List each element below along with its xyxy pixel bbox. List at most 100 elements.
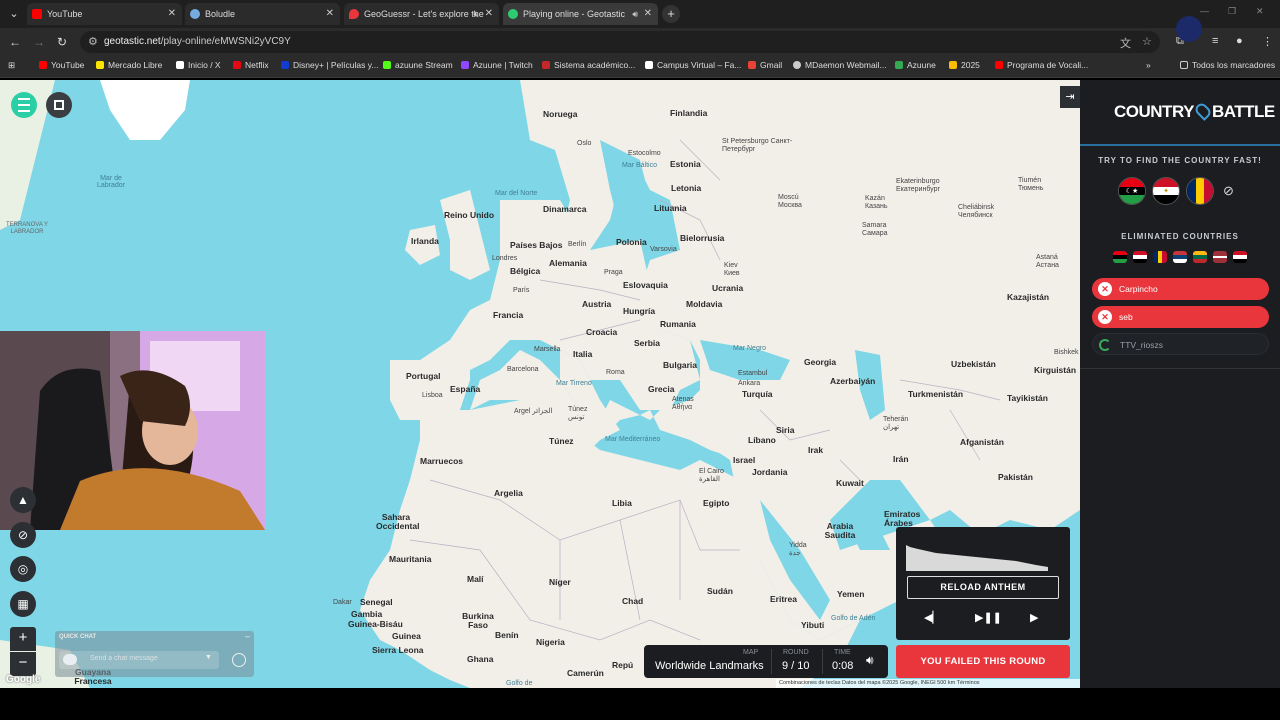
menu-icon-bar	[18, 104, 30, 106]
bookmark-label: Disney+ | Películas y...	[293, 60, 379, 70]
previous-icon[interactable]: ◀▏	[924, 611, 941, 624]
media-icon[interactable]: ≡	[1212, 35, 1218, 47]
maximize-icon[interactable]: ❐	[1228, 6, 1236, 17]
label-paris: París	[513, 287, 530, 294]
bookmark[interactable]: Azuune | Twitch	[461, 60, 533, 70]
bookmark[interactable]: azuune Stream	[383, 60, 453, 70]
layers-button[interactable]: ▦	[10, 591, 36, 617]
close-window-icon[interactable]: ✕	[1256, 6, 1264, 17]
apps-icon[interactable]: ⊞	[4, 60, 15, 71]
label-polonia: Polonia	[616, 237, 647, 247]
bookmark-label: Programa de Vocali...	[1007, 60, 1089, 70]
label-lituania: Lituania	[654, 203, 687, 213]
bookmark[interactable]: MDaemon Webmail...	[793, 60, 887, 70]
zoom-out-button[interactable]: −	[10, 652, 36, 676]
flag-egypt[interactable]: ✦	[1152, 177, 1180, 205]
tab-boludle[interactable]: Boludle ✕	[185, 3, 340, 25]
tab-youtube[interactable]: YouTube ✕	[27, 3, 182, 25]
profile-icon[interactable]: ●	[1236, 35, 1243, 47]
next-icon[interactable]: ▶	[1030, 611, 1038, 624]
back-icon[interactable]: ←	[9, 35, 21, 49]
label-emiratos: Emiratos Árabes	[884, 509, 921, 528]
url-path: /play-online/eMWSNi2yVC9Y	[160, 36, 291, 47]
tab-geoguessr[interactable]: GeoGuessr - Let's explore the 🔇︎ ✕	[344, 3, 499, 25]
map-attribution[interactable]: Combinaciones de teclas Datos del mapa ©…	[776, 679, 1080, 688]
bookmark-label: Campus Virtual – Fa...	[657, 60, 742, 70]
menu-icon[interactable]: ⋮	[1262, 35, 1273, 48]
zoom-in-button[interactable]: +	[10, 627, 36, 651]
minimize-icon[interactable]: —	[1200, 6, 1209, 16]
locate-button[interactable]: ◎	[10, 556, 36, 582]
translate-icon[interactable]: 文	[1120, 35, 1131, 51]
new-tab-button[interactable]: +	[662, 5, 680, 23]
chat-input[interactable]: Send a chat message ▼	[59, 651, 219, 669]
label-afganistan: Afganistán	[960, 437, 1004, 447]
collapse-panel-button[interactable]: ⇥	[1060, 86, 1080, 108]
terrain-button[interactable]: ▲	[10, 487, 36, 513]
label-marsella: Marsella	[534, 346, 561, 353]
bookmark[interactable]: Inicio / X	[176, 60, 221, 70]
label-kazan: Kazán Казань	[865, 195, 888, 210]
label-tayikistan: Tayikistán	[1007, 393, 1048, 403]
muted-icon[interactable]: 🔇︎	[473, 3, 479, 25]
bookmark[interactable]: Campus Virtual – Fa...	[645, 60, 741, 70]
bookmark-label: Gmail	[760, 60, 783, 70]
emoji-icon[interactable]	[232, 653, 246, 667]
all-bookmarks[interactable]: Todos los marcadores	[1180, 60, 1275, 70]
tab-search-icon[interactable]: ⌄	[4, 4, 24, 24]
bookmark[interactable]: YouTube	[39, 60, 84, 70]
bookmark[interactable]: 2025	[949, 60, 980, 70]
label-yidda: Yidda جدة	[789, 542, 807, 557]
tab-title: GeoGuessr - Let's explore the	[364, 9, 484, 19]
close-icon[interactable]: ✕	[485, 3, 493, 25]
close-icon[interactable]: ✕	[326, 3, 334, 25]
label-sudan: Sudán	[707, 586, 733, 596]
world-map[interactable]: Noruega Finlandia Oslo Estocolmo St Pete…	[0, 80, 1080, 688]
reload-anthem-button[interactable]: RELOAD ANTHEM	[907, 576, 1059, 599]
menu-button[interactable]	[11, 92, 37, 118]
flag-yemen-small	[1233, 251, 1247, 263]
reload-icon[interactable]: ↻	[57, 35, 67, 49]
label-niger: Níger	[549, 577, 571, 587]
speaker-icon[interactable]: 🔊︎	[632, 3, 638, 25]
label-ghana: Ghana	[467, 654, 494, 664]
bookmark[interactable]: Netflix	[233, 60, 269, 70]
play-pause-icon[interactable]: ▶❚❚	[975, 611, 1002, 624]
forward-icon[interactable]: →	[33, 35, 45, 49]
country-battle-panel: ⇥ COUNTRY BATTLE TRY TO FIND THE COUNTRY …	[1060, 80, 1280, 688]
folder-icon	[1180, 61, 1188, 69]
bookmark[interactable]: Programa de Vocali...	[995, 60, 1088, 70]
label-siria: Siria	[776, 425, 795, 435]
bookmark[interactable]: Disney+ | Películas y...	[281, 60, 378, 70]
bookmark-star-icon[interactable]: ☆	[1142, 35, 1152, 48]
bookmark[interactable]: Sistema académico...	[542, 60, 635, 70]
bookmark[interactable]: Gmail	[748, 60, 782, 70]
hide-labels-button[interactable]: ⊘	[10, 522, 36, 548]
flag-libya[interactable]: ☾★	[1118, 177, 1146, 205]
more-bookmarks-icon[interactable]: »	[1142, 60, 1151, 70]
logo-word-right: BATTLE	[1211, 102, 1275, 121]
bookmark[interactable]: Mercado Libre	[96, 60, 162, 70]
fullscreen-button[interactable]	[46, 92, 72, 118]
address-bar[interactable]: ⚙ geotastic.net/play-online/eMWSNi2yVC9Y…	[80, 31, 1160, 53]
label-ekaterinburgo: Ekaterinburgo Екатеринбург	[896, 178, 941, 193]
speaker-icon[interactable]: 🔊︎	[866, 653, 874, 668]
browser-tab-strip: ⌄ YouTube ✕ Boludle ✕ GeoGuessr - Let's …	[0, 0, 1280, 28]
flag-chad[interactable]	[1186, 177, 1214, 205]
label-italia: Italia	[573, 349, 593, 359]
drive-icon	[949, 61, 957, 69]
bookmark[interactable]: Azuune	[895, 60, 936, 70]
bookmark-label: MDaemon Webmail...	[805, 60, 887, 70]
site-info-icon[interactable]: ⚙	[88, 35, 98, 48]
close-icon[interactable]: ✕	[644, 3, 652, 25]
close-icon[interactable]: ✕	[168, 3, 176, 25]
eye-off-icon[interactable]: ⊘	[1223, 183, 1234, 199]
gmail-icon	[748, 61, 756, 69]
disney-icon	[281, 61, 289, 69]
tab-geotastic[interactable]: Playing online - Geotastic 🔊︎ ✕	[503, 3, 658, 25]
label-portugal: Portugal	[406, 371, 441, 381]
label-croacia: Croacia	[586, 327, 618, 337]
chevron-down-icon[interactable]: ▼	[205, 654, 212, 661]
quick-chat-minimize[interactable]: –	[245, 631, 250, 641]
label-rumania: Rumania	[660, 319, 696, 329]
